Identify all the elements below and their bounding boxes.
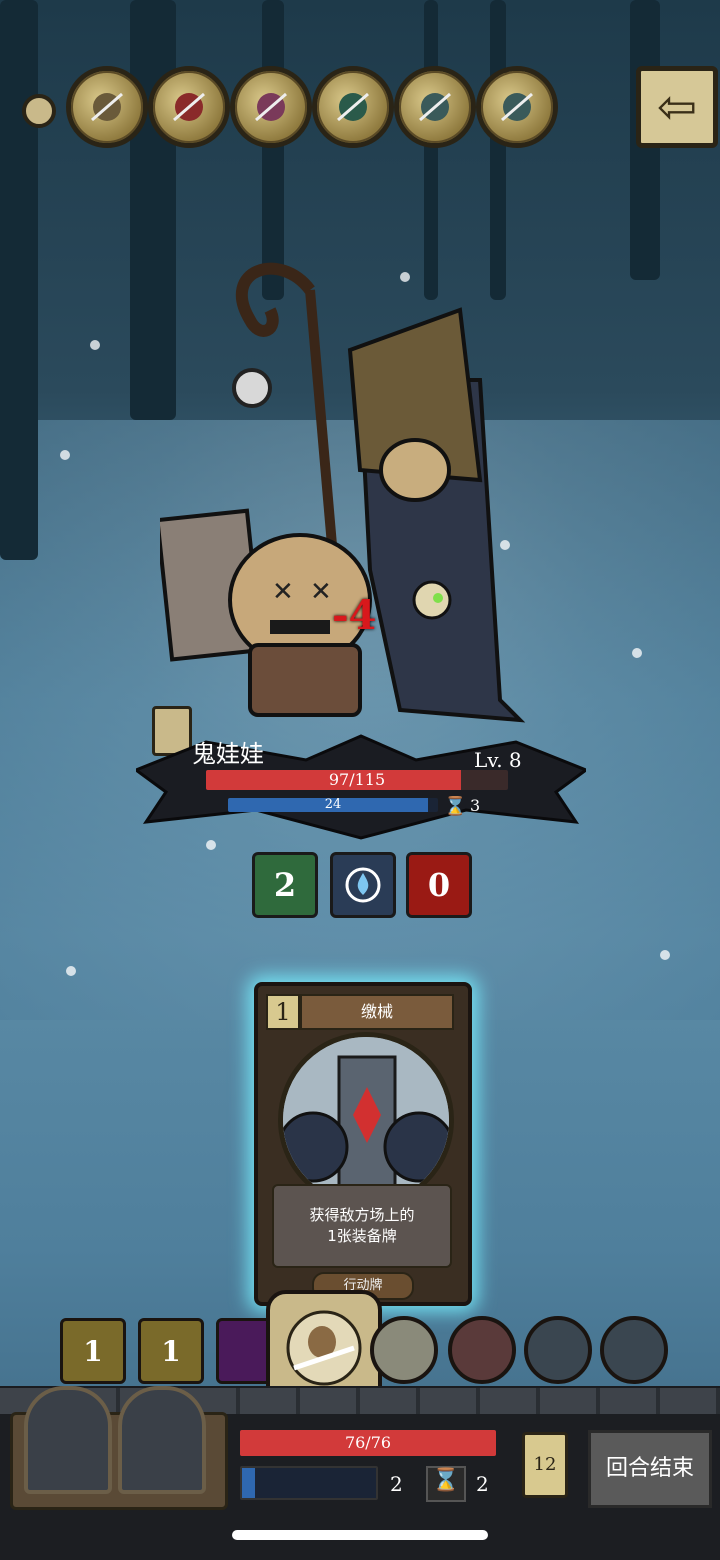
hand-card-value: 1: [161, 1334, 181, 1368]
hero-portrait-2[interactable]: [118, 1386, 206, 1494]
menu-dot-icon[interactable]: [22, 94, 56, 128]
card-desc-line-1: 获得敌方场上的: [309, 1206, 415, 1224]
fire-icon[interactable]: 0: [406, 852, 472, 918]
card-cost: 1: [266, 994, 300, 1030]
card-desc-line-2: 1张装备牌: [327, 1227, 397, 1245]
blades-relic[interactable]: [394, 66, 476, 148]
snowflake: [90, 340, 100, 350]
player-energy: 2: [390, 1472, 403, 1496]
claw-relic[interactable]: [312, 66, 394, 148]
skull-flower-icon[interactable]: [370, 1316, 438, 1384]
player-energy-bar: [240, 1466, 378, 1500]
hourglass-icon: ⌛: [444, 796, 467, 817]
blades-relic-2[interactable]: [476, 66, 558, 148]
bat-wing-icon-2[interactable]: [600, 1316, 668, 1384]
hammer-relic[interactable]: [230, 66, 312, 148]
selected-card[interactable]: 1 缴械 获得敌方场上的 1张装备牌 行动牌: [254, 982, 472, 1306]
snowflake: [660, 950, 670, 960]
player-energy-fill: [242, 1468, 256, 1498]
back-button[interactable]: ⇦: [636, 66, 718, 148]
card-art: [278, 1032, 454, 1208]
player-hp-text: 76/76: [344, 1433, 392, 1452]
enemy-sprite[interactable]: ✕ ✕: [155, 250, 540, 730]
cat-relic[interactable]: [66, 66, 148, 148]
enemy-level: Lv. 8: [474, 748, 522, 772]
tree-trunk: [0, 0, 38, 560]
bat-wing-icon[interactable]: [524, 1316, 592, 1384]
enemy-hp-text: 97/115: [328, 770, 386, 789]
girl-relic[interactable]: [148, 66, 230, 148]
fire-count: 0: [427, 866, 451, 904]
hand-card-boot[interactable]: 1: [138, 1318, 204, 1384]
svg-text:✕: ✕: [272, 577, 294, 607]
deck-count: 12: [533, 1454, 557, 1475]
water-drop-icon[interactable]: [330, 852, 396, 918]
enemy-timer: 3: [470, 796, 481, 815]
snowflake: [60, 450, 70, 460]
arrow-left-icon: ⇦: [656, 79, 698, 135]
deck-pile[interactable]: 12: [522, 1432, 568, 1498]
snowflake: [66, 966, 76, 976]
hero-portrait-1[interactable]: [24, 1386, 112, 1494]
home-indicator[interactable]: [232, 1530, 488, 1540]
enemy-name: 鬼娃娃: [192, 740, 264, 768]
svg-text:✕: ✕: [310, 577, 332, 607]
enemy-shield-bar: 24: [228, 798, 438, 812]
card-description: 获得敌方场上的 1张装备牌: [272, 1184, 452, 1268]
snowflake: [632, 648, 642, 658]
card-title: 缴械: [300, 994, 454, 1030]
poison-count: 2: [273, 866, 297, 904]
hand-card-boot[interactable]: 1: [60, 1318, 126, 1384]
poison-icon[interactable]: 2: [252, 852, 318, 918]
player-hp-bar: 76/76: [240, 1430, 496, 1456]
hand-card-value: 1: [83, 1334, 103, 1368]
end-turn-button[interactable]: 回合结束: [588, 1430, 712, 1508]
enemy-shield-text: 24: [324, 798, 342, 812]
player-timer: 2: [476, 1472, 489, 1496]
snowflake: [206, 840, 216, 850]
hooded-mage-icon[interactable]: [448, 1316, 516, 1384]
hourglass-icon: ⌛: [426, 1466, 466, 1502]
damage-popup: -4: [332, 592, 377, 639]
enemy-hp-bar: 97/115: [206, 770, 508, 790]
